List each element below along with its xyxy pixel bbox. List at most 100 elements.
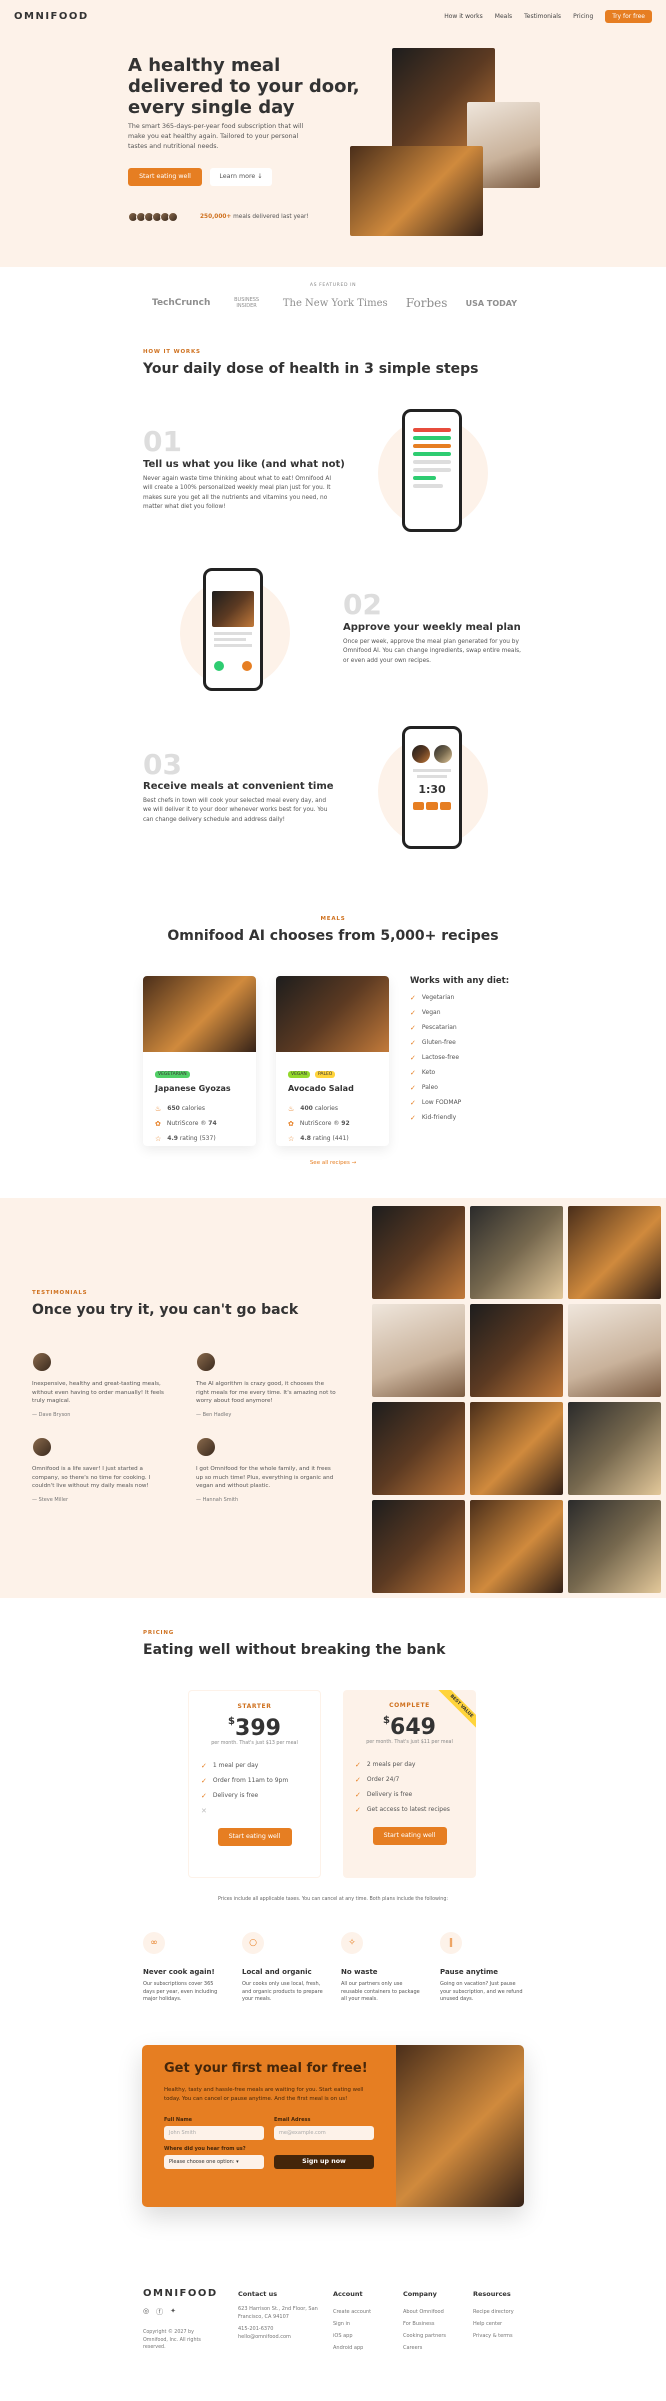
footer-logo[interactable]: OMNIFOOD — [143, 2288, 238, 2299]
footer-link[interactable]: Sign in — [333, 2318, 371, 2330]
nav-cta-button[interactable]: Try for free — [605, 9, 652, 23]
gallery-image — [470, 1402, 563, 1495]
diet-item: ✓ Lactose-free — [410, 1053, 460, 1062]
infinity-icon: ∞ — [143, 1932, 165, 1954]
plan-features: ✓ 1 meal per day ✓ Order from 11am to 9pm … — [201, 1761, 289, 1815]
footer-link[interactable]: Careers — [403, 2342, 446, 2354]
footer-link[interactable]: iOS app — [333, 2330, 371, 2342]
phone-mockup-delivery: 1:30 — [402, 726, 462, 849]
footer-phone[interactable]: 415-201-6370 — [238, 2325, 328, 2333]
diet-item: ✓ Low FODMAP — [410, 1098, 462, 1107]
nav-testimonials[interactable]: Testimonials — [524, 13, 561, 20]
testimonial-author: — Dave Bryson — [32, 1411, 71, 1418]
flame-icon: ♨ — [288, 1104, 295, 1113]
nav-pricing[interactable]: Pricing — [573, 13, 593, 20]
meal-card-avocado-salad[interactable]: VEGAN PALEO Avocado Salad ♨ 400 calories … — [276, 976, 389, 1146]
testimonial-text: Inexpensive, healthy and great-tasting m… — [32, 1381, 164, 1405]
meal-title: Japanese Gyozas — [155, 1084, 231, 1093]
nav-meals[interactable]: Meals — [495, 13, 512, 20]
cta-text: Healthy, tasty and hassle-free meals are… — [164, 2087, 364, 2102]
complete-cta-button[interactable]: Start eating well — [372, 1827, 447, 1845]
footer-resources: Resources Recipe directory Help center P… — [473, 2290, 514, 2342]
tag-badge: PALEO — [314, 1071, 336, 1078]
avatar — [32, 1437, 52, 1457]
testimonial-text: I got Omnifood for the whole family, and… — [196, 1466, 334, 1490]
checkmark-icon: ✓ — [410, 993, 416, 1002]
gallery-image — [568, 1402, 661, 1495]
source-select[interactable]: Please choose one option: ▾ — [164, 2155, 264, 2170]
footer-link[interactable]: Create account — [333, 2306, 371, 2318]
food-gallery — [372, 1206, 661, 1593]
step-number: 02 — [343, 588, 382, 621]
copyright: Copyright © 2027 by Omnifood, Inc. All r… — [143, 2330, 201, 2351]
twitter-icon[interactable]: ✦ — [170, 2307, 176, 2317]
tag-badge: VEGAN — [288, 1071, 310, 1078]
feature-item: ✧ No waste All our partners only use reusa… — [341, 1932, 424, 2004]
diet-item: ✓ Gluten-free — [410, 1038, 456, 1047]
star-icon: ☆ — [155, 1134, 162, 1143]
starter-cta-button[interactable]: Start eating well — [217, 1828, 292, 1846]
gallery-image — [372, 1500, 465, 1593]
checkmark-icon: ✓ — [201, 1761, 207, 1770]
full-name-input[interactable]: John Smith — [164, 2126, 264, 2141]
main-nav: How it works Meals Testimonials Pricing … — [444, 9, 652, 23]
testimonials-subheading: TESTIMONIALS — [32, 1290, 88, 1296]
testimonial-card: Inexpensive, healthy and great-tasting m… — [32, 1352, 172, 1418]
checkmark-icon: ✓ — [355, 1775, 361, 1784]
diet-item: ✓ Vegetarian — [410, 993, 455, 1002]
meal-attribute: ☆ 4.9 rating (537) — [155, 1134, 216, 1143]
footer-link[interactable]: Help center — [473, 2318, 514, 2330]
gallery-image — [470, 1304, 563, 1397]
email-input[interactable]: me@example.com — [274, 2126, 374, 2141]
close-icon: ✕ — [201, 1806, 207, 1815]
meal-image — [143, 976, 256, 1052]
meal-card-gyozas[interactable]: VEGETARIAN Japanese Gyozas ♨ 650 calories… — [143, 976, 256, 1146]
tag-badge: VEGETARIAN — [155, 1071, 190, 1078]
how-heading: Your daily dose of health in 3 simple st… — [143, 361, 479, 377]
gallery-image — [470, 1206, 563, 1299]
avatar — [196, 1437, 216, 1457]
customer-avatars — [128, 212, 178, 222]
checkmark-icon: ✓ — [410, 1053, 416, 1062]
footer-heading: Company — [403, 2290, 437, 2298]
all-recipes-link[interactable]: See all recipes → — [0, 1160, 666, 1166]
footer-link[interactable]: Recipe directory — [473, 2306, 514, 2318]
checkmark-icon: ✓ — [410, 1113, 416, 1122]
plan-price-note: per month. That's just $11 per meal — [366, 1740, 453, 1745]
footer-email[interactable]: hello@omnifood.com — [238, 2333, 328, 2341]
nutrition-icon: ✿ — [288, 1119, 294, 1128]
footer-link[interactable]: Android app — [333, 2342, 371, 2354]
gallery-image — [372, 1206, 465, 1299]
checkmark-icon: ✓ — [410, 1038, 416, 1047]
hero-learn-more-button[interactable]: Learn more ↓ — [210, 168, 272, 186]
footer-brand: OMNIFOOD ◎ ⓕ ✦ Copyright © 2027 by Omnifoo… — [143, 2288, 238, 2352]
star-icon: ☆ — [288, 1134, 295, 1143]
footer-contact: Contact us 623 Harrison St., 2nd Floor, … — [238, 2290, 328, 2341]
footer-heading: Account — [333, 2290, 363, 2298]
logo[interactable]: OMNIFOOD — [14, 11, 89, 22]
cta-heading: Get your first meal for free! — [164, 2061, 368, 2076]
footer-link[interactable]: About Omnifood — [403, 2306, 446, 2318]
nav-how-it-works[interactable]: How it works — [444, 13, 483, 20]
facebook-icon[interactable]: ⓕ — [156, 2307, 163, 2317]
sign-up-button[interactable]: Sign up now — [274, 2155, 374, 2170]
footer-link[interactable]: For Business — [403, 2318, 446, 2330]
meal-attribute: ♨ 400 calories — [288, 1104, 338, 1113]
email-label: Email Adress — [274, 2117, 311, 2124]
footer-link[interactable]: Privacy & terms — [473, 2330, 514, 2342]
pause-icon: ‖ — [440, 1932, 462, 1954]
gallery-image — [568, 1500, 661, 1593]
nutrition-icon: ✿ — [155, 1119, 161, 1128]
forbes-logo: Forbes — [405, 296, 448, 310]
footer-heading: Contact us — [238, 2290, 278, 2298]
step-text: Best chefs in town will cook your select… — [143, 798, 328, 823]
instagram-icon[interactable]: ◎ — [143, 2307, 149, 2317]
featured-label: AS FEATURED IN — [309, 283, 357, 288]
footer-link[interactable]: Cooking partners — [403, 2330, 446, 2342]
plan-features: ✓ 2 meals per day ✓ Order 24/7 ✓ Delivery i… — [355, 1760, 450, 1814]
checkmark-icon: ✓ — [410, 1098, 416, 1107]
gallery-image — [372, 1402, 465, 1495]
pricing-subheading: PRICING — [143, 1630, 175, 1636]
delivered-meals: 250,000+ meals delivered last year! — [200, 214, 309, 220]
hero-start-button[interactable]: Start eating well — [128, 168, 202, 186]
